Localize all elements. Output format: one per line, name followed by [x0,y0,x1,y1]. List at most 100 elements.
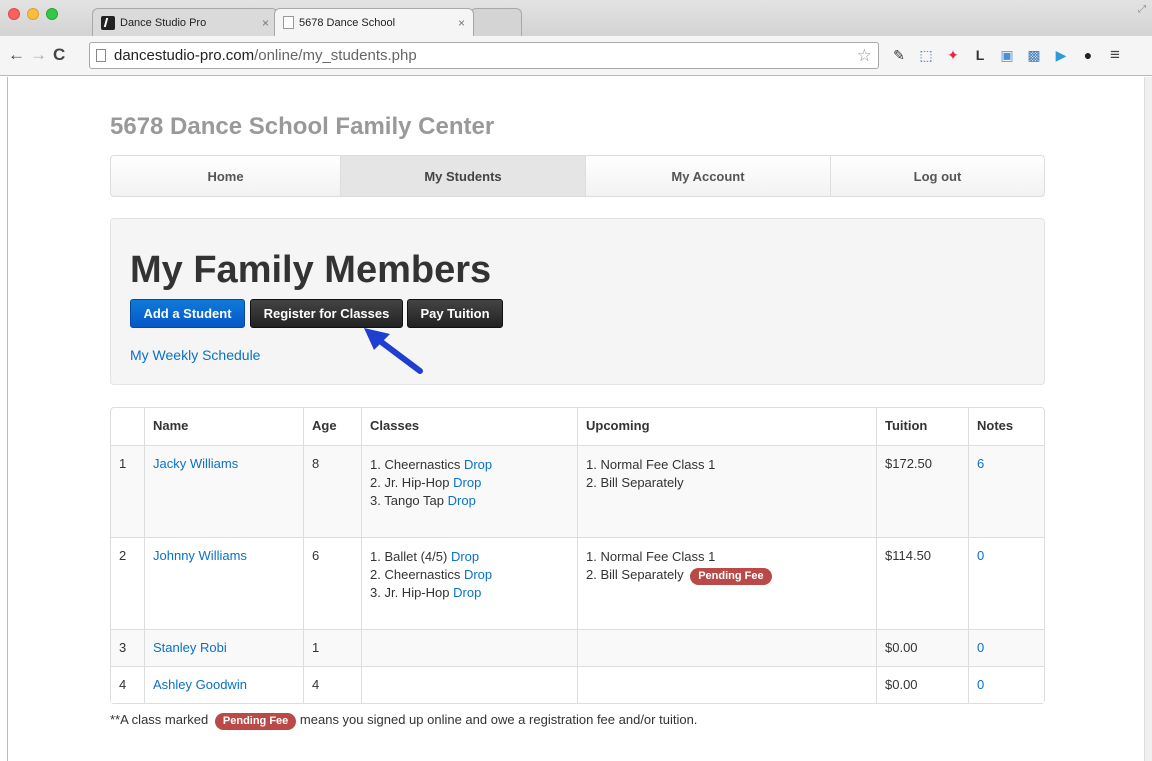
close-window-button[interactable] [8,8,20,20]
circle-icon[interactable]: ● [1079,46,1097,64]
notes-cell: 0 [968,666,1044,703]
nav-my-account[interactable]: My Account [586,156,831,196]
zoom-window-button[interactable] [46,8,58,20]
drop-class-link[interactable]: Drop [453,585,481,600]
drop-class-link[interactable]: Drop [464,567,492,582]
row-number: 2 [111,537,144,629]
classes-cell [361,666,577,703]
row-number: 4 [111,666,144,703]
notes-link[interactable]: 0 [977,548,984,563]
l-extension-icon[interactable]: L [971,46,989,64]
classes-cell: 1. Ballet (4/5) Drop 2. Cheernastics Dro… [361,537,577,629]
eyedropper-icon[interactable]: ✎ [890,46,908,64]
upcoming-cell: 1. Normal Fee Class 1 2. Bill Separately [577,445,876,537]
class-item: 1. Ballet (4/5) Drop [370,549,480,564]
notes-link[interactable]: 0 [977,640,984,655]
row-number: 1 [111,445,144,537]
page-favicon-icon [283,16,294,29]
column-header-number [111,408,144,445]
student-name-link[interactable]: Ashley Goodwin [153,677,247,692]
drop-class-link[interactable]: Drop [453,475,481,490]
nav-home[interactable]: Home [111,156,341,196]
page-border [7,77,8,761]
table-row: 1 Jacky Williams 8 1. Cheernastics Drop … [111,445,1044,537]
browser-toolbar: ← → C dancestudio-pro.com/online/my_stud… [0,36,1152,76]
nav-my-students[interactable]: My Students [341,156,586,196]
class-item: 3. Jr. Hip-Hop Drop [370,585,482,600]
tuition-amount: $172.50 [876,445,968,537]
column-header-classes: Classes [361,408,577,445]
url-text[interactable]: dancestudio-pro.com/online/my_students.p… [114,47,417,64]
column-header-name: Name [144,408,303,445]
student-age: 6 [303,537,361,629]
main-navigation: Home My Students My Account Log out [110,155,1045,197]
pending-fee-badge: Pending Fee [690,568,772,585]
screen-capture-icon[interactable]: ⬚ [917,46,935,64]
drop-class-link[interactable]: Drop [464,457,492,472]
classes-cell [361,629,577,666]
upcoming-item: 1. Normal Fee Class 1 [586,457,716,472]
upcoming-cell [577,629,876,666]
weekly-schedule-link[interactable]: My Weekly Schedule [130,347,260,363]
annotation-arrow-icon [364,328,423,374]
upcoming-item: 2. Bill Separately Pending Fee [586,566,868,585]
drop-class-link[interactable]: Drop [451,549,479,564]
forward-arrow-icon[interactable]: → [30,45,47,65]
play-icon[interactable]: ▶ [1052,46,1070,64]
nav-log-out[interactable]: Log out [831,156,1044,196]
notes-link[interactable]: 6 [977,456,984,471]
tab-close-icon[interactable]: × [458,16,465,30]
class-item: 3. Tango Tap Drop [370,493,476,508]
student-name-cell: Stanley Robi [144,629,303,666]
column-header-upcoming: Upcoming [577,408,876,445]
menu-icon[interactable]: ≡ [1106,46,1124,64]
back-arrow-icon[interactable]: ← [8,45,25,65]
column-header-notes: Notes [968,408,1044,445]
table-row: 2 Johnny Williams 6 1. Ballet (4/5) Drop… [111,537,1044,629]
upcoming-cell [577,666,876,703]
bookmark-star-icon[interactable]: ☆ [857,46,872,66]
upcoming-item: 2. Bill Separately [586,475,684,490]
tab-title: Dance Studio Pro [120,16,207,29]
student-name-cell: Jacky Williams [144,445,303,537]
page-heading: My Family Members [130,249,492,291]
minimize-window-button[interactable] [27,8,39,20]
pending-fee-footnote: **A class marked Pending Fee means you s… [110,712,697,730]
reload-icon[interactable]: C [53,45,65,65]
image-icon[interactable]: ▩ [1025,46,1043,64]
tuition-amount: $114.50 [876,537,968,629]
notes-cell: 0 [968,629,1044,666]
fullscreen-icon[interactable]: ⤢ [1138,4,1146,15]
window-icon[interactable]: ▣ [998,46,1016,64]
pay-tuition-button[interactable]: Pay Tuition [407,299,503,328]
browser-tab-5678-dance-school[interactable]: 5678 Dance School × [274,8,474,36]
dance-studio-favicon-icon [101,15,115,30]
pending-fee-badge: Pending Fee [214,713,297,730]
color-wheel-icon[interactable]: ✦ [944,46,962,64]
tab-close-icon[interactable]: × [262,16,269,30]
tuition-amount: $0.00 [876,666,968,703]
student-age: 1 [303,629,361,666]
family-members-panel: My Family Members Add a Student Register… [110,218,1045,385]
address-bar[interactable]: dancestudio-pro.com/online/my_students.p… [89,42,879,69]
student-name-link[interactable]: Stanley Robi [153,640,227,655]
new-tab-button[interactable] [470,8,522,36]
table-header-row: Name Age Classes Upcoming Tuition Notes [111,408,1044,445]
add-student-button[interactable]: Add a Student [130,299,245,328]
register-for-classes-button[interactable]: Register for Classes [250,299,403,328]
student-name-link[interactable]: Jacky Williams [153,456,238,471]
page-icon [96,49,106,62]
class-item: 2. Cheernastics Drop [370,567,493,582]
student-name-link[interactable]: Johnny Williams [153,548,247,563]
page-scrollbar[interactable] [1144,77,1152,761]
upcoming-cell: 1. Normal Fee Class 1 2. Bill Separately… [577,537,876,629]
tuition-amount: $0.00 [876,629,968,666]
tab-title: 5678 Dance School [299,16,396,29]
row-number: 3 [111,629,144,666]
site-title: 5678 Dance School Family Center [110,113,495,140]
drop-class-link[interactable]: Drop [448,493,476,508]
notes-link[interactable]: 0 [977,677,984,692]
column-header-tuition: Tuition [876,408,968,445]
class-item: 2. Jr. Hip-Hop Drop [370,475,482,490]
browser-tab-dance-studio-pro[interactable]: Dance Studio Pro × [92,8,278,36]
